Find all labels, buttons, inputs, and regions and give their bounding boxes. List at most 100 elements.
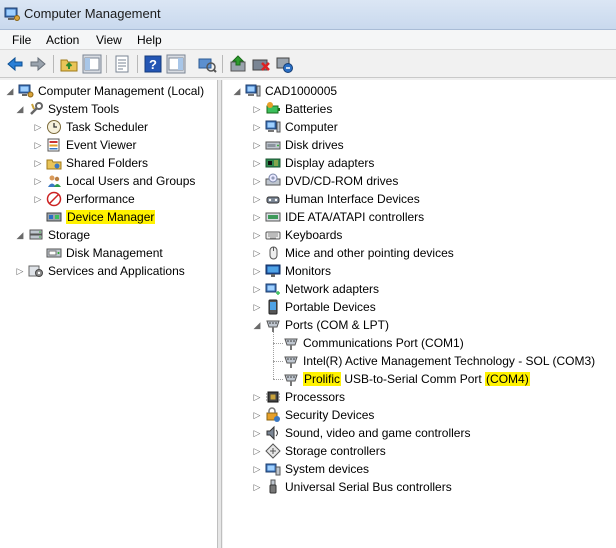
device-manager-icon <box>46 209 62 225</box>
device-label: Portable Devices <box>285 300 376 314</box>
port-icon <box>283 353 299 369</box>
device-label: Processors <box>285 390 346 404</box>
console-tree-label: Performance <box>66 192 135 206</box>
system-device-icon <box>265 461 281 477</box>
device-tree[interactable]: ◢ CAD1000005 ▷ Batteries ▷ Computer ▷ Disk driv… <box>223 80 616 548</box>
expanded-arrow-icon[interactable]: ◢ <box>231 85 243 97</box>
system-tools-icon <box>28 101 44 117</box>
uninstall-device-icon[interactable] <box>274 54 294 74</box>
collapsed-arrow-icon[interactable]: ▷ <box>251 301 263 313</box>
device-label: System devices <box>285 462 370 476</box>
port-icon <box>283 335 299 351</box>
console-tree-label: Services and Applications <box>48 264 185 278</box>
collapsed-arrow-icon[interactable]: ▷ <box>32 121 44 133</box>
port-icon <box>265 317 281 333</box>
computer-management-icon <box>4 7 20 21</box>
dvd-drive-icon <box>265 173 281 189</box>
menu-action[interactable]: Action <box>46 32 79 48</box>
device-label: DVD/CD-ROM drives <box>285 174 399 188</box>
task-scheduler-icon <box>46 119 62 135</box>
usb-icon <box>265 479 281 495</box>
device-label: Monitors <box>285 264 332 278</box>
device-label: Human Interface Devices <box>285 192 420 206</box>
port-icon <box>283 371 299 387</box>
console-tree-label: Computer Management (Local) <box>38 84 205 98</box>
forward-arrow-icon[interactable] <box>28 54 48 74</box>
menu-view[interactable]: View <box>96 32 122 48</box>
device-label: CAD1000005 <box>265 84 338 98</box>
up-folder-icon[interactable] <box>59 54 79 74</box>
collapsed-arrow-icon[interactable]: ▷ <box>251 265 263 277</box>
computer-icon <box>265 119 281 135</box>
device-label: Ports (COM & LPT) <box>285 318 390 332</box>
console-tree-label: Device Manager <box>66 210 156 224</box>
disk-management-icon <box>46 245 62 261</box>
console-tree-label: System Tools <box>48 102 120 116</box>
help-icon[interactable]: ? <box>143 54 163 74</box>
collapsed-arrow-icon[interactable]: ▷ <box>251 481 263 493</box>
properties-icon[interactable] <box>112 54 132 74</box>
console-tree-label: Event Viewer <box>66 138 137 152</box>
computer-management-icon <box>18 83 34 99</box>
collapsed-arrow-icon[interactable]: ▷ <box>251 247 263 259</box>
device-label: Intel(R) Active Management Technology - … <box>303 354 596 368</box>
menu-help[interactable]: Help <box>137 32 162 48</box>
collapsed-arrow-icon[interactable]: ▷ <box>251 175 263 187</box>
device-label: Keyboards <box>285 228 343 242</box>
collapsed-arrow-icon[interactable]: ▷ <box>251 409 263 421</box>
device-label: Batteries <box>285 102 333 116</box>
services-icon <box>28 263 44 279</box>
console-tree-label: Task Scheduler <box>66 120 149 134</box>
device-label: IDE ATA/ATAPI controllers <box>285 210 425 224</box>
collapsed-arrow-icon[interactable]: ▷ <box>32 157 44 169</box>
collapsed-arrow-icon[interactable]: ▷ <box>251 211 263 223</box>
expanded-arrow-icon[interactable]: ◢ <box>14 229 26 241</box>
highlighted-text: Prolific <box>303 372 342 386</box>
users-icon <box>46 173 62 189</box>
device-label: Computer <box>285 120 338 134</box>
console-tree-label: Storage <box>48 228 91 242</box>
expanded-arrow-icon[interactable]: ◢ <box>14 103 26 115</box>
no-expander <box>32 247 44 259</box>
collapsed-arrow-icon[interactable]: ▷ <box>32 193 44 205</box>
device-label: Storage controllers <box>285 444 386 458</box>
event-viewer-icon <box>46 137 62 153</box>
device-label: Prolific USB-to-Serial Comm Port (COM4) <box>303 372 530 386</box>
console-tree[interactable]: ◢ Computer Management (Local) ◢ System Tool… <box>0 80 218 548</box>
collapsed-arrow-icon[interactable]: ▷ <box>14 265 26 277</box>
collapsed-arrow-icon[interactable]: ▷ <box>251 193 263 205</box>
update-driver-icon[interactable] <box>228 54 248 74</box>
collapsed-arrow-icon[interactable]: ▷ <box>32 175 44 187</box>
back-arrow-icon[interactable] <box>5 54 25 74</box>
storage-controller-icon <box>265 443 281 459</box>
pane-splitter[interactable] <box>218 80 222 548</box>
collapsed-arrow-icon[interactable]: ▷ <box>251 157 263 169</box>
action-pane-icon[interactable] <box>166 54 186 74</box>
expanded-arrow-icon[interactable]: ◢ <box>4 85 16 97</box>
collapsed-arrow-icon[interactable]: ▷ <box>251 103 263 115</box>
collapsed-arrow-icon[interactable]: ▷ <box>251 463 263 475</box>
collapsed-arrow-icon[interactable]: ▷ <box>251 427 263 439</box>
collapsed-arrow-icon[interactable]: ▷ <box>251 445 263 457</box>
performance-icon <box>46 191 62 207</box>
show-hide-console-tree-icon[interactable] <box>82 54 102 74</box>
collapsed-arrow-icon[interactable]: ▷ <box>251 229 263 241</box>
collapsed-arrow-icon[interactable]: ▷ <box>251 391 263 403</box>
storage-icon <box>28 227 44 243</box>
mouse-icon <box>265 245 281 261</box>
disable-device-icon[interactable] <box>251 54 271 74</box>
network-adapter-icon <box>265 281 281 297</box>
collapsed-arrow-icon[interactable]: ▷ <box>251 121 263 133</box>
collapsed-arrow-icon[interactable]: ▷ <box>251 283 263 295</box>
device-label: Network adapters <box>285 282 380 296</box>
expanded-arrow-icon[interactable]: ◢ <box>251 319 263 331</box>
collapsed-arrow-icon[interactable]: ▷ <box>32 139 44 151</box>
collapsed-arrow-icon[interactable]: ▷ <box>251 139 263 151</box>
console-tree-label: Shared Folders <box>66 156 149 170</box>
computer-icon <box>245 83 261 99</box>
device-scan-icon[interactable] <box>197 54 217 74</box>
menu-file[interactable]: File <box>12 32 31 48</box>
device-label: Universal Serial Bus controllers <box>285 480 452 494</box>
no-expander <box>32 211 44 223</box>
display-adapter-icon <box>265 155 281 171</box>
